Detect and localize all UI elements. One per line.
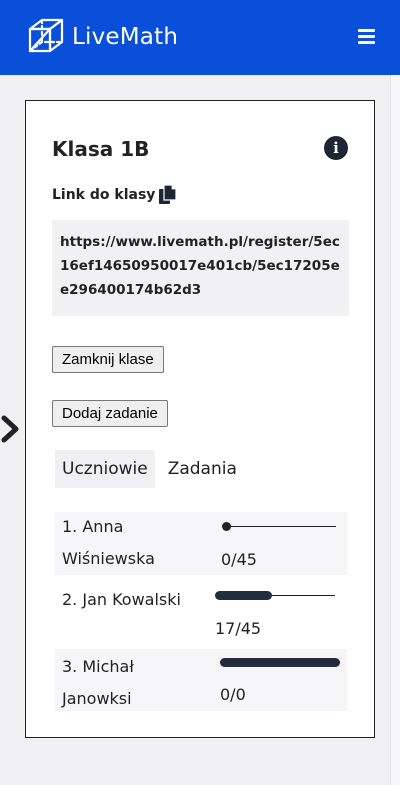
class-link-url[interactable]: https://www.livemath.pl/register/5ec16ef…	[52, 220, 349, 316]
class-link-label: Link do klasy	[52, 187, 156, 203]
sidebar-toggle[interactable]	[0, 413, 22, 445]
copy-icon[interactable]	[159, 185, 177, 205]
student-score: 0/45	[221, 550, 257, 569]
students-list: 1. Anna Wiśniewska 0/45 2. Jan Kowalski …	[55, 512, 347, 711]
student-score: 17/45	[215, 619, 262, 638]
chevron-right-icon	[1, 415, 19, 443]
hamburger-menu-icon[interactable]	[358, 29, 375, 44]
logo-text: LiveMath	[72, 24, 179, 50]
class-tabs: Uczniowie Zadania	[55, 450, 244, 488]
student-row[interactable]: 2. Jan Kowalski 17/45	[55, 575, 347, 649]
tab-students[interactable]: Uczniowie	[55, 450, 155, 488]
progress-marker	[222, 522, 231, 531]
student-row[interactable]: 3. Michał Janowksi 0/0	[55, 649, 347, 711]
info-icon[interactable]: i	[324, 136, 348, 160]
student-row[interactable]: 1. Anna Wiśniewska 0/45	[55, 512, 347, 575]
progress-track	[225, 526, 336, 527]
class-title: Klasa 1B	[52, 137, 150, 161]
student-score: 0/0	[220, 685, 246, 704]
progress-fill	[220, 658, 340, 667]
close-class-button[interactable]: Zamknij klase	[52, 346, 164, 373]
student-name: 3. Michał Janowksi	[62, 657, 134, 708]
logo[interactable]: LiveMath	[26, 17, 178, 57]
class-card: Klasa 1B i Link do klasy https://www.liv…	[25, 100, 375, 738]
add-task-button[interactable]: Dodaj zadanie	[52, 400, 168, 427]
tab-tasks[interactable]: Zadania	[161, 450, 244, 488]
student-name: 2. Jan Kowalski	[62, 590, 181, 609]
top-navbar: LiveMath	[0, 0, 400, 75]
progress-fill	[215, 591, 272, 600]
student-name: 1. Anna Wiśniewska	[62, 517, 155, 568]
right-scrollbar[interactable]	[390, 75, 400, 785]
cube-logo-icon	[28, 18, 64, 53]
